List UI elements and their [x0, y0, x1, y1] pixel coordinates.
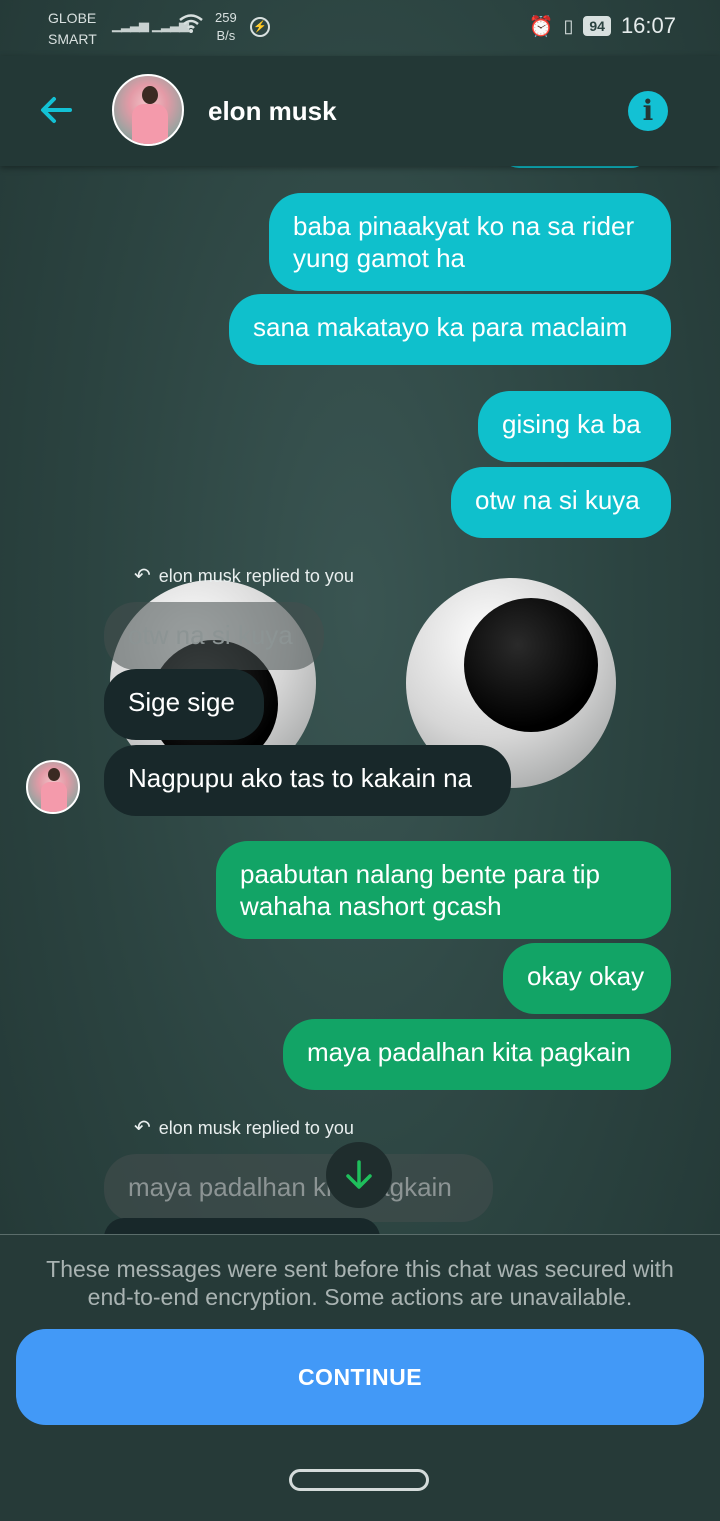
message-bubble[interactable]: baba pinaakyat ko na sa rider yung gamot…	[269, 193, 671, 291]
contact-name[interactable]: elon musk	[208, 96, 337, 127]
encryption-notice-panel: These messages were sent before this cha…	[0, 1234, 720, 1521]
reply-indicator: ↶ elon musk replied to you	[134, 563, 354, 588]
reply-indicator: ↶ elon musk replied to you	[134, 1115, 354, 1140]
avatar[interactable]	[26, 760, 80, 814]
chat-header: elon musk i	[0, 56, 720, 166]
message-bubble[interactable]: okay okay	[503, 943, 671, 1014]
home-indicator[interactable]	[289, 1469, 429, 1491]
message-bubble[interactable]: paabutan nalang bente para tip wahaha na…	[216, 841, 671, 939]
arrow-left-icon[interactable]	[36, 90, 76, 130]
reply-label-text: elon musk replied to you	[158, 1118, 354, 1138]
message-bubble[interactable]	[104, 1218, 380, 1234]
message-bubble[interactable]: maya padalhan kita pagkain	[283, 1019, 671, 1090]
quoted-message[interactable]: otw na si kuya	[104, 602, 324, 670]
continue-button[interactable]: CONTINUE	[16, 1329, 704, 1425]
encryption-notice: These messages were sent before this cha…	[46, 1256, 674, 1310]
message-bubble[interactable]: sana makatayo ka para maclaim	[229, 294, 671, 365]
reply-arrow-icon: ↶	[134, 565, 151, 587]
info-icon[interactable]: i	[628, 91, 668, 131]
avatar[interactable]	[112, 74, 184, 146]
quoted-message[interactable]: maya padalhan kita pagkain	[104, 1154, 493, 1222]
pupil	[464, 598, 598, 732]
message-bubble[interactable]: Sige sige	[104, 669, 264, 740]
reply-arrow-icon: ↶	[134, 1117, 151, 1139]
arrow-down-icon	[346, 1160, 372, 1189]
message-bubble[interactable]: Nagpupu ako tas to kakain na	[104, 745, 511, 816]
message-bubble[interactable]: gising ka ba	[478, 391, 671, 462]
reply-label-text: elon musk replied to you	[158, 566, 354, 586]
message-list[interactable]: baba pinaakyat ko na sa rider yung gamot…	[0, 0, 720, 1234]
message-bubble[interactable]: otw na si kuya	[451, 467, 671, 538]
scroll-to-bottom-button[interactable]	[326, 1142, 392, 1208]
